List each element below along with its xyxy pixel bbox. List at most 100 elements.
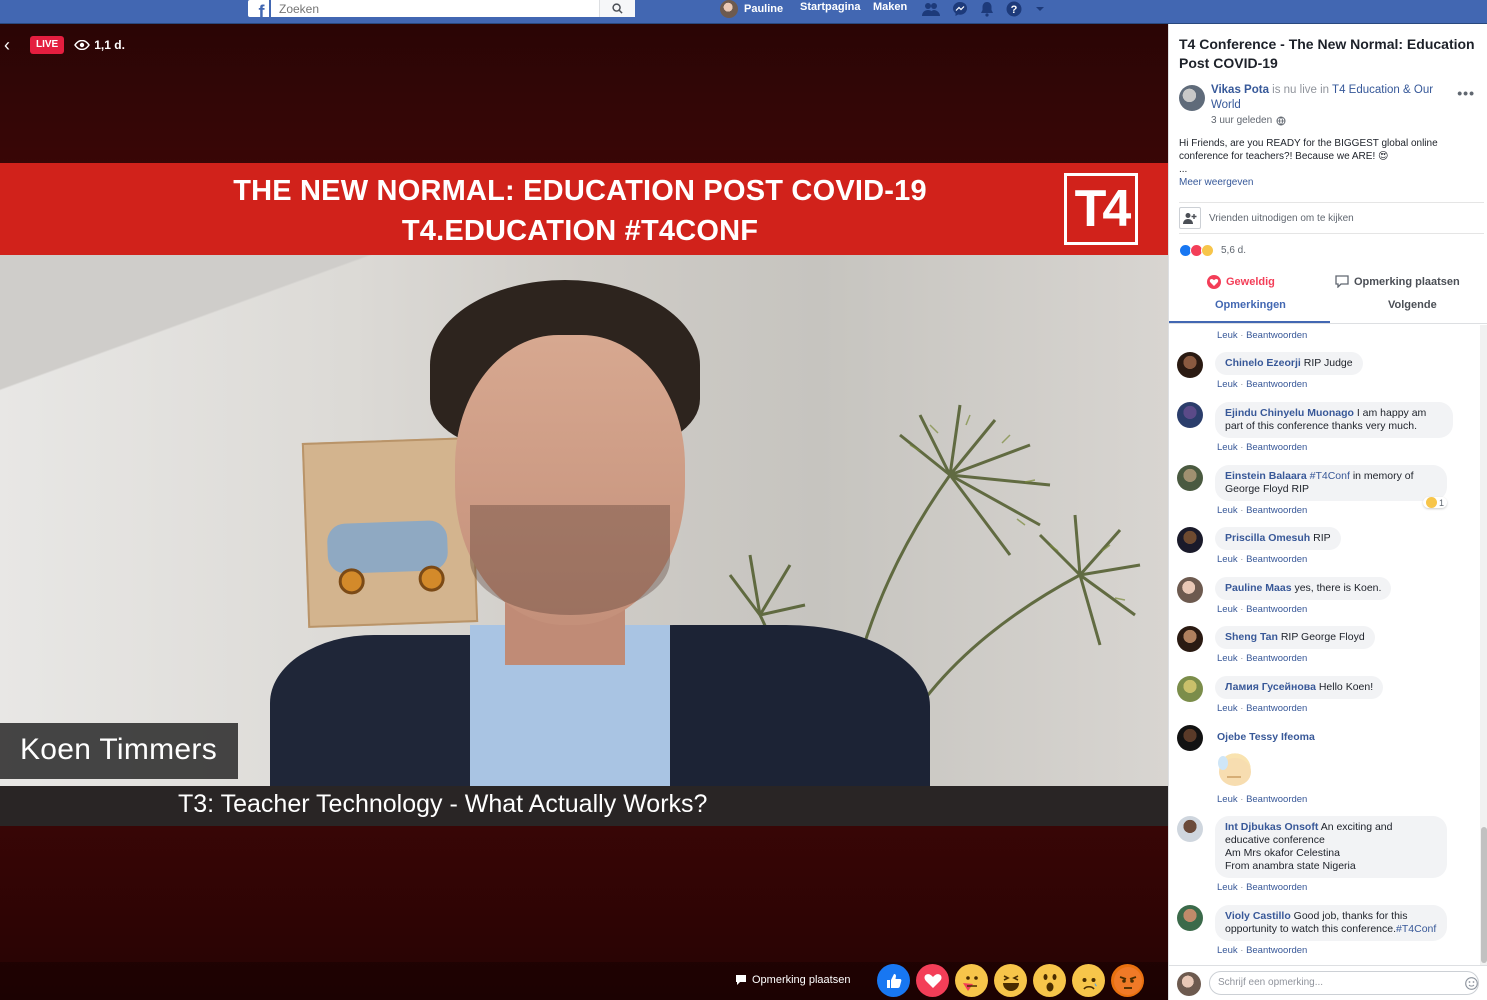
- reaction-summary[interactable]: 5,6 d.: [1179, 244, 1246, 257]
- commenter-name[interactable]: Chinelo Ezeorji: [1225, 357, 1301, 369]
- like-reaction-icon[interactable]: [877, 964, 910, 997]
- notifications-icon[interactable]: [980, 1, 994, 17]
- comment-reaction-count: 1: [1439, 497, 1445, 508]
- comment-reaction-badge[interactable]: 1: [1423, 497, 1448, 508]
- commenter-avatar[interactable]: [1177, 725, 1203, 751]
- reply-link[interactable]: Beantwoorden: [1246, 442, 1307, 453]
- like-comment-link[interactable]: Leuk: [1217, 794, 1238, 805]
- invite-friends-row[interactable]: Vrienden uitnodigen om te kijken: [1179, 202, 1484, 234]
- commenter-avatar[interactable]: [1177, 527, 1203, 553]
- reply-link[interactable]: Beantwoorden: [1246, 945, 1307, 956]
- love-action-button[interactable]: Geweldig: [1207, 275, 1275, 289]
- more-options-icon[interactable]: •••: [1457, 85, 1475, 101]
- tab-following[interactable]: Volgende: [1388, 299, 1437, 311]
- viewer-count: 1,1 d.: [74, 38, 125, 52]
- reply-link[interactable]: Beantwoorden: [1246, 330, 1307, 341]
- reply-link[interactable]: Beantwoorden: [1246, 882, 1307, 893]
- video-comment-button[interactable]: Opmerking plaatsen: [735, 974, 850, 986]
- reply-link[interactable]: Beantwoorden: [1246, 794, 1307, 805]
- separator: ·: [1237, 703, 1247, 714]
- post-timestamp[interactable]: 3 uur geleden: [1211, 115, 1286, 126]
- emoji-icon[interactable]: [1465, 977, 1478, 990]
- comment-bubble: Ejindu Chinyelu Muonago I am happy am pa…: [1215, 402, 1453, 438]
- hashtag-link[interactable]: #T4Conf: [1396, 923, 1436, 935]
- reply-link[interactable]: Beantwoorden: [1246, 379, 1307, 390]
- comment-bubble: Chinelo Ezeorji RIP Judge: [1215, 352, 1363, 375]
- like-comment-link[interactable]: Leuk: [1217, 703, 1238, 714]
- commenter-avatar[interactable]: [1177, 816, 1203, 842]
- heart-icon: [1207, 275, 1221, 289]
- comment-text: Hello Koen!: [1318, 681, 1374, 693]
- commenter-avatar[interactable]: [1177, 905, 1203, 931]
- commenter-avatar[interactable]: [1177, 465, 1203, 491]
- haha-reaction-icon[interactable]: [994, 964, 1027, 997]
- care-reaction-icon[interactable]: [955, 964, 988, 997]
- like-comment-link[interactable]: Leuk: [1217, 882, 1238, 893]
- commenter-name[interactable]: Einstein Balaara: [1225, 470, 1307, 482]
- home-link[interactable]: Startpagina: [800, 0, 861, 17]
- scrollbar-thumb[interactable]: [1481, 827, 1487, 963]
- reply-link[interactable]: Beantwoorden: [1246, 505, 1307, 516]
- live-status: ‹ LIVE 1,1 d.: [4, 36, 125, 54]
- commenter-avatar[interactable]: [1177, 626, 1203, 652]
- create-link[interactable]: Maken: [873, 0, 907, 17]
- live-video-player[interactable]: ‹ LIVE 1,1 d. THE NEW NORMAL: EDUCATION …: [0, 24, 1168, 1000]
- like-comment-link[interactable]: Leuk: [1217, 945, 1238, 956]
- comment-text: yes, there is Koen.: [1294, 582, 1382, 594]
- see-more-link[interactable]: Meer weergeven: [1179, 177, 1253, 188]
- reply-link[interactable]: Beantwoorden: [1246, 604, 1307, 615]
- commenter-name[interactable]: Ламия Гусейнова: [1225, 681, 1316, 693]
- sad-reaction-icon[interactable]: [1072, 964, 1105, 997]
- comment-input[interactable]: Schrijf een opmerking...: [1209, 971, 1479, 995]
- angry-reaction-icon[interactable]: [1111, 964, 1144, 997]
- help-icon[interactable]: ?: [1006, 1, 1022, 17]
- like-comment-link[interactable]: Leuk: [1217, 379, 1238, 390]
- reply-link[interactable]: Beantwoorden: [1246, 554, 1307, 565]
- commenter-name[interactable]: Ejindu Chinyelu Muonago: [1225, 407, 1354, 419]
- comment-action-label: Opmerking plaatsen: [1354, 275, 1460, 288]
- comment-action-button[interactable]: Opmerking plaatsen: [1335, 275, 1460, 288]
- wow-reaction-icon[interactable]: [1033, 964, 1066, 997]
- comment-scrollbar[interactable]: [1480, 325, 1487, 965]
- session-title-bar: T3: Teacher Technology - What Actually W…: [0, 786, 1168, 826]
- comment-actions: Leuk · Beantwoorden: [1217, 505, 1307, 516]
- comment-bubble: Ламия Гусейнова Hello Koen!: [1215, 676, 1384, 699]
- poster-name[interactable]: Vikas Pota: [1211, 84, 1269, 96]
- commenter-avatar[interactable]: [1177, 577, 1203, 603]
- like-comment-link[interactable]: Leuk: [1217, 330, 1238, 341]
- separator: ·: [1237, 379, 1247, 390]
- account-menu-chevron-icon[interactable]: [1034, 3, 1046, 15]
- like-comment-link[interactable]: Leuk: [1217, 653, 1238, 664]
- reply-link[interactable]: Beantwoorden: [1246, 653, 1307, 664]
- like-comment-link[interactable]: Leuk: [1217, 604, 1238, 615]
- comment-text: RIP Judge: [1303, 357, 1353, 369]
- messenger-icon[interactable]: [952, 1, 968, 17]
- commenter-name[interactable]: Pauline Maas: [1225, 582, 1292, 594]
- poster-avatar[interactable]: [1179, 85, 1205, 111]
- commenter-name[interactable]: Int Djbukas Onsoft: [1225, 821, 1318, 833]
- commenter-avatar[interactable]: [1177, 402, 1203, 428]
- commenter-name[interactable]: Priscilla Omesuh: [1225, 532, 1310, 544]
- friends-icon[interactable]: [922, 2, 940, 16]
- commenter-avatar[interactable]: [1177, 676, 1203, 702]
- commenter-name[interactable]: Sheng Tan: [1225, 631, 1278, 643]
- profile-link[interactable]: Pauline: [720, 0, 783, 18]
- reaction-bar: [877, 964, 1144, 997]
- reply-link[interactable]: Beantwoorden: [1246, 703, 1307, 714]
- commenter-name[interactable]: Violy Castillo: [1225, 910, 1291, 922]
- like-comment-link[interactable]: Leuk: [1217, 442, 1238, 453]
- search-button[interactable]: [599, 0, 635, 17]
- back-chevron-icon[interactable]: ‹: [4, 36, 10, 54]
- wow-mini-icon: [1201, 244, 1214, 257]
- search-input[interactable]: [271, 1, 591, 17]
- hashtag-link[interactable]: #T4Conf: [1310, 470, 1350, 482]
- comment-bubble: Priscilla Omesuh RIP: [1215, 527, 1341, 550]
- love-reaction-icon[interactable]: [916, 964, 949, 997]
- like-comment-link[interactable]: Leuk: [1217, 505, 1238, 516]
- commenter-avatar[interactable]: [1177, 352, 1203, 378]
- tab-comments[interactable]: Opmerkingen: [1215, 299, 1286, 311]
- facebook-logo-icon[interactable]: f: [248, 0, 269, 17]
- like-comment-link[interactable]: Leuk: [1217, 554, 1238, 565]
- comment-bubble: Int Djbukas Onsoft An exciting and educa…: [1215, 816, 1447, 878]
- commenter-name[interactable]: Ojebe Tessy Ifeoma: [1217, 731, 1315, 743]
